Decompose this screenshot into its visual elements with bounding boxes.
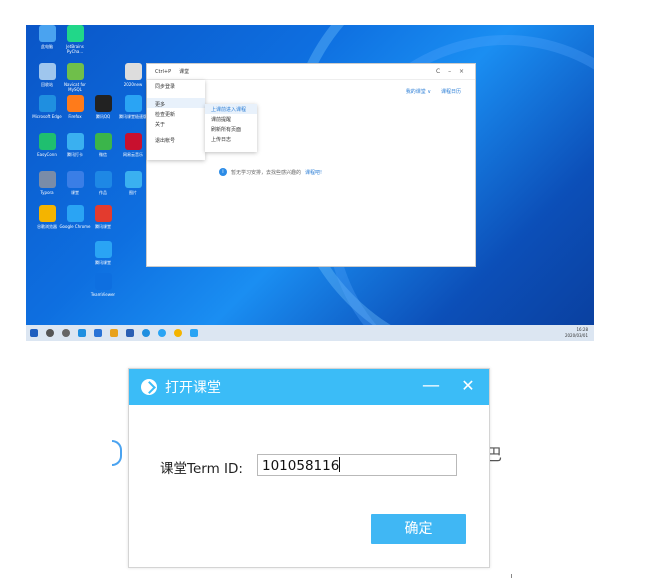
course-calendar-link[interactable]: 课程日历 (441, 88, 461, 95)
desktop-icon-label: Navicat for MySQL (64, 82, 86, 92)
app-icon (38, 63, 56, 80)
app-icon (38, 171, 56, 188)
edge-icon[interactable] (78, 329, 86, 337)
app-icon (66, 205, 84, 222)
desktop-icon-label: 图片 (129, 190, 137, 195)
system-tray: 16:28 2020/03/01 (565, 327, 588, 339)
app-icon (94, 273, 112, 290)
desktop-icon[interactable]: 腾讯课堂 (86, 241, 120, 265)
desktop-icon[interactable]: JetBrains PyCha... (58, 25, 92, 54)
app-icon (124, 171, 142, 188)
app-icon (124, 95, 142, 112)
chrome-icon[interactable] (174, 329, 182, 337)
app-icon[interactable] (94, 329, 102, 337)
desktop-icon[interactable]: Navicat for MySQL (58, 63, 92, 92)
desktop-icon[interactable]: 图片 (116, 171, 150, 195)
window-controls[interactable]: C – × (436, 68, 467, 75)
desktop-icon[interactable]: 腾讯QQ (86, 95, 120, 119)
term-id-label: 课堂Term ID: (160, 461, 243, 477)
term-id-value: 101058116 (262, 458, 340, 474)
app-icon (66, 95, 84, 112)
divider-mark (511, 574, 512, 578)
open-classroom-dialog: 打开课堂 — ✕ 课堂Term ID: 101058116 确定 (128, 368, 490, 568)
app-icon[interactable] (126, 329, 134, 337)
desktop-icon-label: 腾讯课堂极速版 (119, 114, 147, 119)
tray-date: 2020/03/01 (564, 333, 588, 338)
menu-item[interactable]: 检查更新 (147, 108, 205, 118)
course-link[interactable]: 课程吧! (305, 169, 322, 176)
search-icon[interactable] (46, 329, 54, 337)
desktop-icon[interactable]: 微信 (86, 133, 120, 157)
desktop-icon[interactable]: 腾讯课堂 (86, 205, 120, 229)
menu-item[interactable]: 关于 (147, 118, 205, 128)
empty-text: 暂无学习安排，去找些感兴趣的 (231, 169, 302, 176)
term-id-input[interactable]: 101058116 (257, 454, 457, 476)
desktop-icon[interactable]: TeamViewer (86, 273, 120, 297)
app-icon (94, 241, 112, 258)
app-icon[interactable] (142, 329, 150, 337)
ok-button[interactable]: 确定 (371, 514, 466, 544)
menu-item[interactable]: 同步登录 (147, 80, 205, 90)
desktop-icon[interactable]: 2020new (116, 63, 150, 87)
start-icon[interactable] (30, 329, 38, 337)
app-icon (38, 95, 56, 112)
app-icon (124, 133, 142, 150)
desktop-icon-label: 腾讯课堂 (95, 224, 111, 229)
app-icon (66, 133, 84, 150)
desktop-icon[interactable]: 腾讯课堂极速版 (116, 95, 150, 119)
classroom-app-window: Ctrl+P 课堂 C – × 我的课堂 ∨ 课程日历 同步登录 更多 检查更新… (146, 63, 476, 267)
dialog-titlebar: 打开课堂 — ✕ (129, 369, 489, 405)
settings-submenu: 上课前进入课程 课前提醒 刷新所有页面 上传日志 (205, 104, 257, 152)
app-titlebar: Ctrl+P 课堂 (147, 64, 475, 80)
app-icon (94, 171, 112, 188)
app-icon (94, 95, 112, 112)
my-classroom-link[interactable]: 我的课堂 ∨ (406, 88, 431, 95)
desktop-icon-label: JetBrains PyCha... (66, 44, 84, 54)
app-icon (38, 133, 56, 150)
settings-menu: 同步登录 更多 检查更新 关于 退出帐号 (147, 80, 205, 160)
app-icon (66, 171, 84, 188)
desktop-icon-label: 网易云音乐 (123, 152, 143, 157)
classroom-logo-icon (141, 379, 157, 395)
tab-2[interactable]: 课堂 (179, 68, 189, 75)
info-icon: i (219, 168, 227, 176)
desktop-icon-label: 腾讯QQ (95, 114, 111, 119)
app-icon (66, 25, 84, 42)
desktop-icon[interactable]: 作品 (86, 171, 120, 195)
app-icon[interactable] (158, 329, 166, 337)
submenu-item[interactable]: 刷新所有页面 (205, 124, 257, 134)
tab-1[interactable]: Ctrl+P (155, 69, 171, 75)
app-icon (94, 133, 112, 150)
desktop-icon-label: TeamViewer (90, 292, 116, 297)
desktop-screenshot: 此电脑 JetBrains PyCha... 回收站 Navicat for MySQ… (26, 25, 594, 341)
app-icon (124, 63, 142, 80)
classroom-icon[interactable] (190, 329, 198, 337)
text-caret (339, 457, 341, 472)
app-icon (94, 205, 112, 222)
minimize-button[interactable]: — (421, 375, 441, 399)
background-app-edge (112, 440, 122, 466)
close-button[interactable]: ✕ (457, 374, 479, 398)
desktop-icon-label: 腾讯课堂 (95, 260, 111, 265)
desktop-icon[interactable]: 网易云音乐 (116, 133, 150, 157)
menu-item-more[interactable]: 更多 (147, 98, 205, 108)
menu-item[interactable]: 退出帐号 (147, 134, 205, 144)
empty-schedule-note: i 暂无学习安排，去找些感兴趣的 课程吧! (219, 168, 322, 176)
desktop-icon-label: 作品 (99, 190, 107, 195)
app-icon (66, 63, 84, 80)
folder-icon[interactable] (110, 329, 118, 337)
task-view-icon[interactable] (62, 329, 70, 337)
taskbar: 16:28 2020/03/01 (26, 325, 594, 341)
submenu-item[interactable]: 上课前进入课程 (205, 104, 257, 114)
submenu-item[interactable]: 课前提醒 (205, 114, 257, 124)
menu-divider (147, 90, 205, 98)
desktop-icon-label: 微信 (99, 152, 107, 157)
app-icon (38, 205, 56, 222)
dialog-title: 打开课堂 (165, 380, 221, 396)
app-icon (38, 25, 56, 42)
desktop-icon-label: 2020new (123, 82, 143, 87)
submenu-item[interactable]: 上传日志 (205, 134, 257, 144)
